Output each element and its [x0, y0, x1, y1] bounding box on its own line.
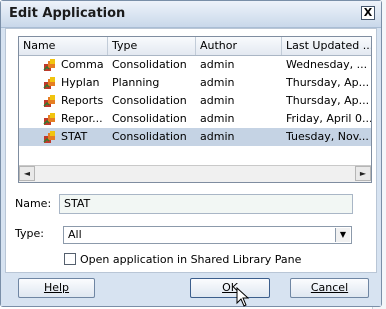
cell-name: Repor... [61, 112, 103, 125]
cell-author: admin [200, 76, 235, 89]
cancel-button[interactable]: Cancel [290, 278, 369, 298]
scroll-left-button[interactable]: ◄ [19, 166, 35, 181]
cell-last-updated: Tuesday, Nov... [286, 130, 369, 143]
cell-type: Consolidation [112, 58, 187, 71]
grid-rows: Comma Consolidation admin Wednesday, ... Hyp… [19, 56, 371, 146]
cell-last-updated: Thursday, Ap... [286, 76, 370, 89]
cell-last-updated: Wednesday, ... [286, 58, 368, 71]
help-button[interactable]: Help [18, 278, 95, 298]
type-label: Type: [15, 227, 44, 240]
name-label: Name: [15, 197, 52, 210]
column-header-type[interactable]: Type [108, 37, 196, 55]
cell-name: Reports [61, 94, 104, 107]
cell-author: admin [200, 112, 235, 125]
cell-name: Hyplan [61, 76, 100, 89]
application-stack-icon [43, 94, 57, 108]
close-button[interactable]: X [361, 6, 375, 20]
application-stack-icon [43, 112, 57, 126]
cell-type: Planning [112, 76, 160, 89]
cell-author: admin [200, 58, 235, 71]
mouse-pointer-icon [236, 287, 250, 307]
cell-author: admin [200, 94, 235, 107]
dialog-title: Edit Application [9, 6, 126, 21]
chevron-down-icon[interactable]: ▼ [335, 228, 350, 242]
name-field[interactable]: STAT [59, 194, 353, 214]
table-row[interactable]: STAT Consolidation admin Tuesday, Nov... [19, 128, 371, 146]
cell-type: Consolidation [112, 130, 187, 143]
application-stack-icon [43, 130, 57, 144]
edit-application-dialog: Edit Application X Name Type Author Last… [0, 0, 382, 307]
column-header-last-updated[interactable]: Last Updated ... [282, 37, 371, 55]
scroll-right-button[interactable]: ► [355, 166, 371, 181]
cell-last-updated: Thursday, Ap... [286, 94, 370, 107]
cell-name: Comma [61, 58, 104, 71]
cell-name: STAT [61, 130, 88, 143]
table-row[interactable]: Hyplan Planning admin Thursday, Ap... [19, 74, 371, 92]
column-header-author[interactable]: Author [196, 37, 282, 55]
cell-last-updated: Friday, April 0... [286, 112, 371, 125]
grid-header: Name Type Author Last Updated ... [19, 37, 371, 56]
application-stack-icon [43, 76, 57, 90]
cell-type: Consolidation [112, 94, 187, 107]
shared-library-label[interactable]: Open application in Shared Library Pane [80, 253, 301, 266]
help-button-label: Help [43, 281, 70, 294]
cell-author: admin [200, 130, 235, 143]
cancel-button-label: Cancel [310, 281, 349, 294]
type-select-value: All [68, 228, 82, 241]
table-row[interactable]: Reports Consolidation admin Thursday, Ap... [19, 92, 371, 110]
horizontal-scrollbar[interactable]: ◄ ► [19, 165, 371, 182]
application-list[interactable]: Name Type Author Last Updated ... Comma C… [18, 36, 372, 183]
application-stack-icon [43, 58, 57, 72]
ok-button[interactable]: OK [190, 278, 270, 298]
type-select[interactable]: All ▼ [63, 226, 352, 244]
cell-type: Consolidation [112, 112, 187, 125]
table-row[interactable]: Repor... Consolidation admin Friday, April … [19, 110, 371, 128]
dialog-titlebar[interactable]: Edit Application X [1, 1, 381, 28]
table-row[interactable]: Comma Consolidation admin Wednesday, ... [19, 56, 371, 74]
shared-library-checkbox[interactable] [64, 253, 76, 265]
column-header-name[interactable]: Name [19, 37, 108, 55]
